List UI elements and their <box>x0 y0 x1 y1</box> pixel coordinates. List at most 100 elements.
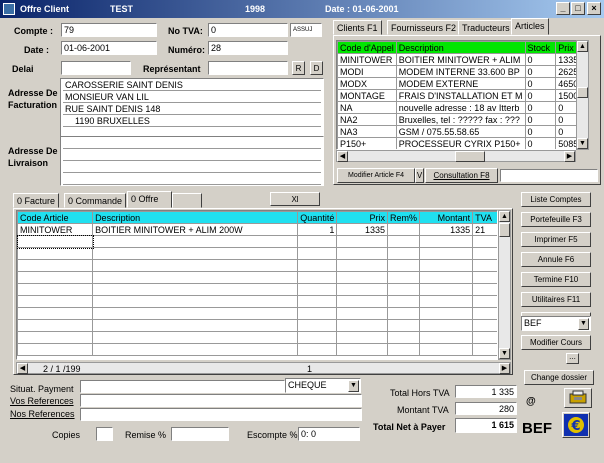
line-cell[interactable] <box>418 271 474 284</box>
change-dossier-button[interactable]: Change dossier <box>524 370 594 385</box>
close-button[interactable]: × <box>587 2 601 15</box>
delai-input[interactable] <box>61 61 131 75</box>
representant-input[interactable] <box>208 61 288 75</box>
table-row[interactable] <box>17 271 497 284</box>
article-row[interactable]: NA3 GSM / 075.55.58.65 0 0 <box>337 125 588 138</box>
utilitaires-button[interactable]: Utilitaires F11 <box>521 292 591 307</box>
line-cell[interactable] <box>17 331 94 344</box>
line-cell[interactable] <box>418 247 474 260</box>
line-cell[interactable] <box>92 283 299 296</box>
scroll-down-icon[interactable]: ▼ <box>577 138 588 149</box>
line-cell[interactable] <box>336 259 388 272</box>
portefeuille-button[interactable]: Portefeuille F3 <box>521 212 591 227</box>
articles-vscroll[interactable]: ▲ ▼ <box>576 40 589 150</box>
line-cell[interactable] <box>92 247 299 260</box>
representant-d-button[interactable]: D <box>310 61 323 75</box>
line-cell[interactable]: 1 <box>297 223 338 236</box>
line-cell[interactable] <box>92 319 299 332</box>
line-cell[interactable] <box>386 343 421 356</box>
line-cell[interactable] <box>17 295 94 308</box>
line-cell[interactable] <box>297 343 338 356</box>
col-description[interactable]: Description <box>395 41 526 54</box>
line-cell[interactable] <box>336 343 388 356</box>
line-cell[interactable] <box>17 343 94 356</box>
line-cell[interactable] <box>386 235 421 248</box>
tab-clients[interactable]: Clients F1 <box>333 20 382 35</box>
vos-ref-input[interactable] <box>80 394 362 407</box>
line-cell[interactable] <box>418 295 474 308</box>
col-montant[interactable]: Montant <box>418 211 474 224</box>
line-cell[interactable] <box>297 247 338 260</box>
euro-icon[interactable]: € <box>562 412 590 438</box>
line-cell[interactable] <box>386 259 421 272</box>
line-cell[interactable] <box>92 343 299 356</box>
lines-hscroll[interactable]: ◀ 2 / 1 /199 1 ▶ <box>16 362 511 374</box>
representant-r-button[interactable]: R <box>292 61 305 75</box>
escompte-input[interactable]: 0: 0 <box>298 427 360 441</box>
tab-offre[interactable]: 0 Offre <box>127 191 172 208</box>
table-row[interactable] <box>17 331 497 344</box>
chevron-down-icon[interactable]: ▼ <box>578 318 589 330</box>
modifier-article-button[interactable]: Modifier Article F4 <box>337 168 415 183</box>
scroll-left-icon[interactable]: ◀ <box>17 363 28 374</box>
article-row[interactable]: MONTAGE FRAIS D'INSTALLATION ET M 0 1500 <box>337 89 588 102</box>
lines-vscroll[interactable]: ▲ ▼ <box>498 210 511 360</box>
line-cell[interactable] <box>92 259 299 272</box>
line-cell[interactable] <box>297 259 338 272</box>
line-cell[interactable] <box>418 235 474 248</box>
line-cell[interactable] <box>418 319 474 332</box>
line-cell[interactable]: 21 <box>472 223 497 236</box>
remise-input[interactable] <box>171 427 229 441</box>
line-cell[interactable] <box>386 331 421 344</box>
line-cell[interactable] <box>418 331 474 344</box>
line-cell[interactable] <box>17 283 94 296</box>
line-cell[interactable] <box>92 295 299 308</box>
article-row[interactable]: MINITOWER BOITIER MINITOWER + ALIM 0 1335 <box>337 53 588 66</box>
article-row[interactable]: P150+ PROCESSEUR CYRIX P150+ 0 5085 <box>337 137 588 149</box>
line-cell[interactable] <box>472 247 497 260</box>
line-cell[interactable] <box>17 319 94 332</box>
col-tva[interactable]: TVA <box>472 211 497 224</box>
line-cell[interactable]: 1335 <box>336 223 388 236</box>
tab-facture[interactable]: 0 Facture <box>13 193 60 208</box>
table-row[interactable] <box>17 234 497 249</box>
col-quantite[interactable]: Quantité <box>297 211 338 224</box>
compte-input[interactable]: 79 <box>61 23 157 37</box>
scroll-right-icon[interactable]: ▶ <box>564 151 575 162</box>
modifier-cours-button[interactable]: Modifier Cours <box>521 335 591 350</box>
table-row[interactable] <box>17 343 497 356</box>
line-cell[interactable] <box>472 331 497 344</box>
articles-hscroll[interactable]: ◀ ▶ <box>336 150 576 162</box>
col-line-prix[interactable]: Prix <box>336 211 388 224</box>
line-cell[interactable] <box>297 295 338 308</box>
line-cell[interactable] <box>92 307 299 320</box>
nos-ref-input[interactable] <box>80 408 362 421</box>
line-cell[interactable] <box>92 271 299 284</box>
line-cell[interactable] <box>472 271 497 284</box>
termine-button[interactable]: Termine F10 <box>521 272 591 287</box>
line-cell[interactable]: 1335 <box>418 223 474 236</box>
line-cell[interactable] <box>472 235 497 248</box>
table-row[interactable]: MINITOWER BOITIER MINITOWER + ALIM 200W 1 1… <box>17 223 497 236</box>
consultation-input[interactable] <box>500 169 598 182</box>
line-cell[interactable] <box>386 271 421 284</box>
line-cell[interactable] <box>17 307 94 320</box>
line-cell[interactable] <box>386 295 421 308</box>
chevron-down-icon[interactable]: ▼ <box>348 380 359 392</box>
tab-empty[interactable] <box>172 193 202 208</box>
line-cell[interactable] <box>336 235 388 248</box>
scroll-down-icon[interactable]: ▼ <box>499 348 510 359</box>
tab-fournisseurs[interactable]: Fournisseurs F2 <box>387 20 461 35</box>
cash-register-icon[interactable] <box>564 388 592 408</box>
article-row[interactable]: NA2 Bruxelles, tel : ????? fax : ??? 0 0 <box>337 113 588 126</box>
line-cell[interactable] <box>17 234 94 249</box>
line-cell[interactable] <box>92 235 299 248</box>
line-cell[interactable] <box>472 307 497 320</box>
line-cell[interactable] <box>418 307 474 320</box>
scroll-thumb[interactable] <box>499 223 510 237</box>
line-cell[interactable] <box>336 295 388 308</box>
situat-input[interactable] <box>80 380 285 393</box>
line-cell[interactable] <box>472 283 497 296</box>
line-cell[interactable] <box>336 307 388 320</box>
line-cell[interactable] <box>336 319 388 332</box>
